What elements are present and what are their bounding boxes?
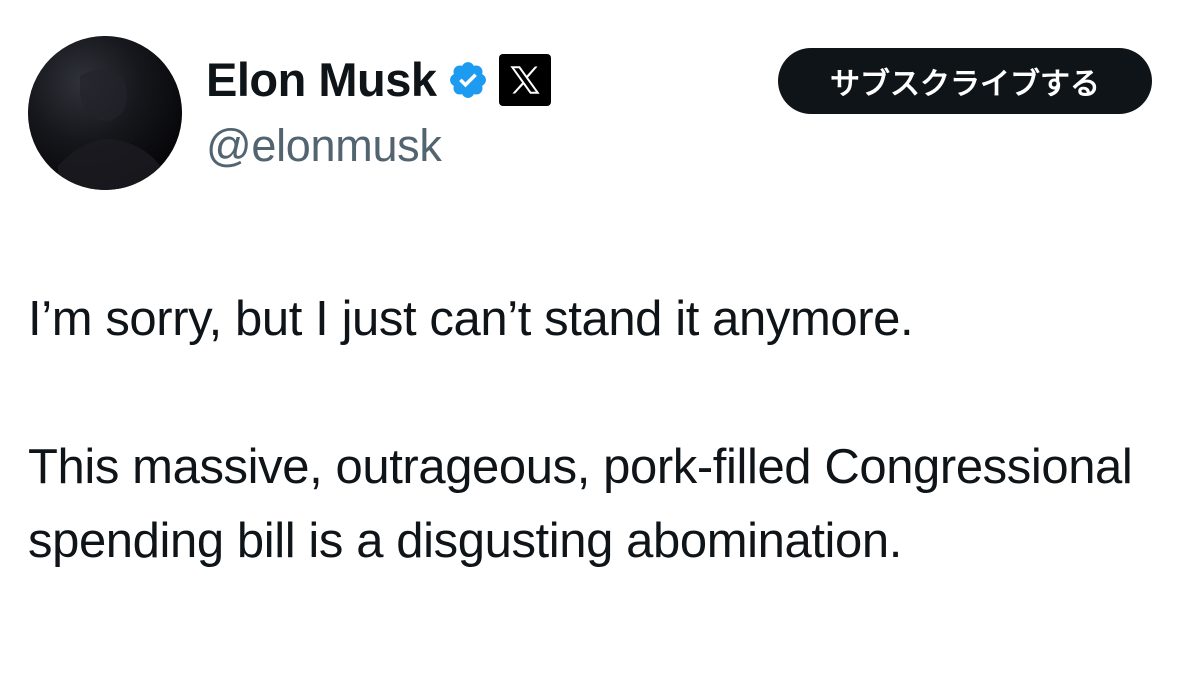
tweet-text: I’m sorry, but I just can’t stand it any… (28, 282, 1178, 578)
x-logo-icon[interactable] (498, 54, 551, 106)
display-name[interactable]: Elon Musk (206, 52, 437, 108)
verified-badge-icon[interactable] (447, 59, 489, 101)
avatar[interactable] (28, 36, 182, 190)
author-handle[interactable]: @elonmusk (206, 118, 442, 174)
tweet-card: Elon Musk @elonmusk サブスクライブする I’m sorry,… (0, 0, 1200, 675)
subscribe-button[interactable]: サブスクライブする (778, 48, 1152, 114)
tweet-paragraph: I’m sorry, but I just can’t stand it any… (28, 292, 914, 346)
avatar-image (28, 36, 182, 190)
tweet-paragraph: This massive, outrageous, pork-filled Co… (28, 440, 1133, 568)
author-name-row: Elon Musk (206, 52, 551, 108)
